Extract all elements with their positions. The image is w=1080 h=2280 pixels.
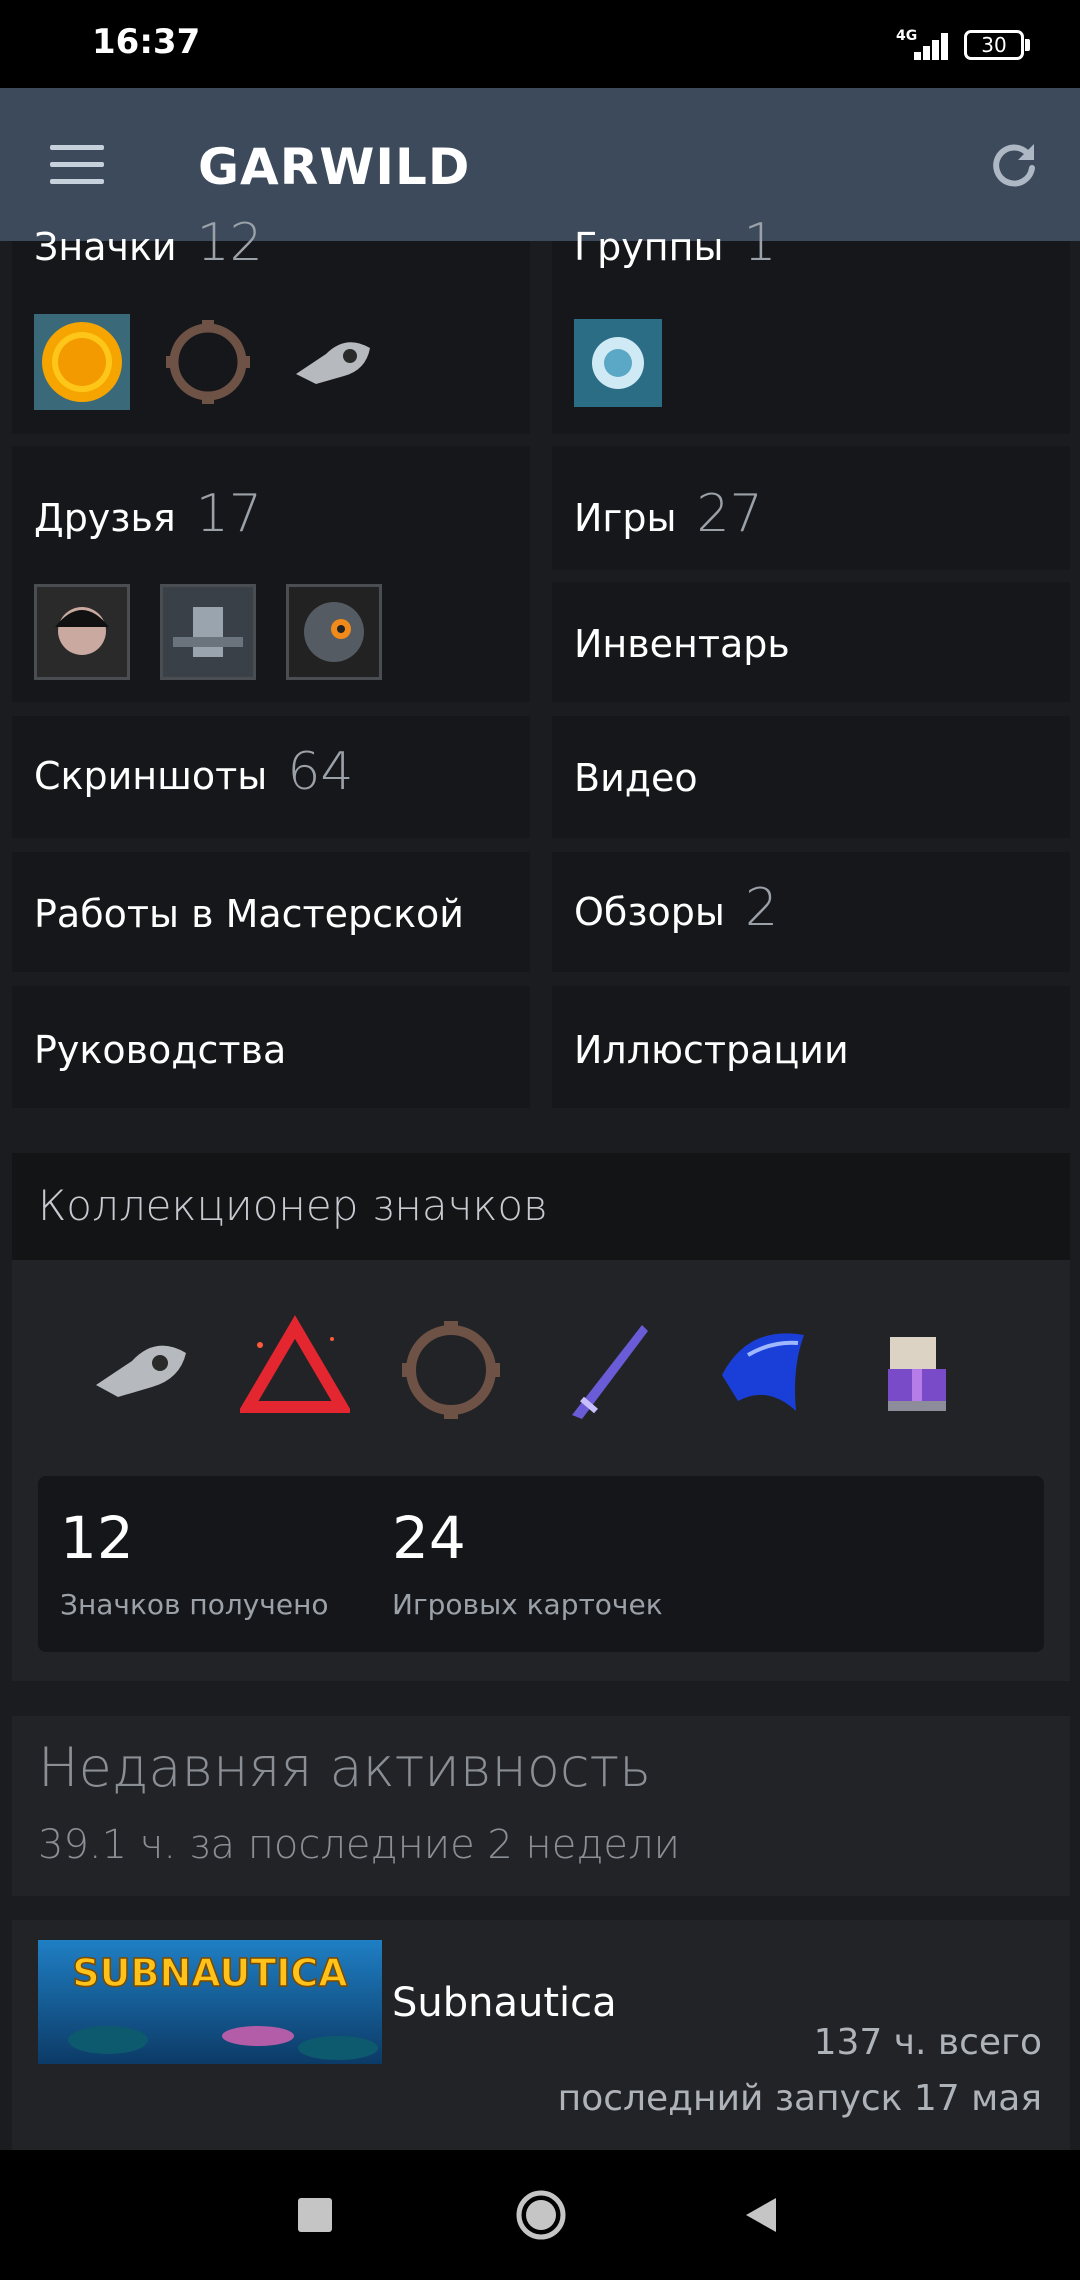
game-thumbnail[interactable]: SUBNAUTICA	[38, 1940, 382, 2064]
menu-button[interactable]	[50, 145, 104, 185]
reviews-card[interactable]: Обзоры 2	[552, 852, 1070, 972]
badges-earned-label: Значков получено	[60, 1588, 329, 1621]
badges-card[interactable]: Значки 12	[12, 213, 530, 434]
badge-collector-title: Коллекционер значков	[38, 1181, 548, 1230]
games-card[interactable]: Игры 27	[552, 446, 1070, 570]
reviews-label: Обзоры	[574, 890, 725, 934]
game-thumb-title: SUBNAUTICA	[72, 1951, 348, 1995]
recent-activity-panel: Недавняя активность 39.1 ч. за последние…	[12, 1716, 1070, 1896]
recent-activity-hours: 39.1 ч. за последние 2 недели	[38, 1822, 680, 1868]
recents-button[interactable]	[296, 2196, 334, 2234]
badge-stats: 12 Значков получено 24 Игровых карточек	[38, 1476, 1044, 1652]
showcase-ring-icon	[396, 1315, 506, 1425]
groups-count: 1	[743, 213, 777, 273]
games-label: Игры	[574, 496, 677, 540]
hamburger-icon	[50, 145, 104, 150]
groups-card[interactable]: Группы 1	[552, 213, 1070, 434]
home-circle-icon	[516, 2190, 566, 2240]
badges-count: 12	[196, 213, 263, 273]
home-button[interactable]	[514, 2188, 568, 2242]
screenshots-card[interactable]: Скриншоты 64	[12, 716, 530, 838]
badge-collector-panel[interactable]: Коллекционер значков 12 Значков получено…	[12, 1153, 1070, 1681]
page-title: GARWILD	[198, 138, 471, 196]
recent-game-row[interactable]: SUBNAUTICA Subnautica 137 ч. всего после…	[12, 1920, 1070, 2150]
badges-label: Значки	[34, 225, 177, 269]
back-triangle-icon	[746, 2198, 776, 2232]
video-label: Видео	[574, 756, 698, 800]
game-cards-label: Игровых карточек	[392, 1588, 663, 1621]
friends-count: 17	[195, 484, 262, 544]
game-name: Subnautica	[392, 1980, 617, 2026]
guides-card[interactable]: Руководства	[12, 986, 530, 1108]
badge-gold-icon	[34, 314, 130, 410]
friends-card[interactable]: Друзья 17	[12, 446, 530, 702]
recent-activity-title: Недавняя активность	[38, 1736, 652, 1799]
artwork-card[interactable]: Иллюстрации	[552, 986, 1070, 1108]
friend-avatar[interactable]	[34, 584, 130, 680]
status-clock: 16:37	[92, 22, 201, 62]
friend-avatar[interactable]	[286, 584, 382, 680]
workshop-card[interactable]: Работы в Мастерской	[12, 852, 530, 972]
badge-collector-header: Коллекционер значков	[12, 1153, 1070, 1260]
group-avatar	[574, 319, 662, 407]
friend-avatar[interactable]	[160, 584, 256, 680]
reviews-count: 2	[744, 878, 779, 938]
showcase-sword-icon	[552, 1315, 662, 1425]
badge-fish-icon	[286, 314, 382, 410]
refresh-icon	[993, 144, 1035, 187]
screenshots-label: Скриншоты	[34, 754, 268, 798]
game-cards-count: 24	[392, 1504, 466, 1572]
showcase-gift-icon	[862, 1315, 972, 1425]
back-button[interactable]	[740, 2194, 782, 2236]
workshop-label: Работы в Мастерской	[34, 892, 464, 936]
screenshots-count: 64	[287, 742, 354, 802]
showcase-blue-creature-icon	[708, 1315, 818, 1425]
inventory-card[interactable]: Инвентарь	[552, 582, 1070, 702]
games-count: 27	[696, 484, 763, 544]
inventory-label: Инвентарь	[574, 622, 790, 666]
groups-label: Группы	[574, 225, 724, 269]
artwork-label: Иллюстрации	[574, 1028, 849, 1072]
battery-icon: 30	[964, 30, 1024, 60]
video-card[interactable]: Видео	[552, 716, 1070, 838]
badge-ring-icon	[160, 314, 256, 410]
showcase-triangle-icon	[237, 1315, 353, 1425]
showcase-fish-icon	[86, 1315, 196, 1425]
badges-earned-count: 12	[60, 1504, 134, 1572]
friends-label: Друзья	[34, 496, 176, 540]
square-icon	[298, 2198, 332, 2232]
guides-label: Руководства	[34, 1028, 287, 1072]
game-total-hours: 137 ч. всего	[813, 2022, 1042, 2063]
signal-icon	[906, 26, 950, 60]
refresh-button[interactable]	[988, 138, 1040, 190]
game-last-played: последний запуск 17 мая	[557, 2078, 1042, 2119]
battery-tip	[1025, 39, 1030, 51]
battery-level: 30	[981, 33, 1007, 57]
